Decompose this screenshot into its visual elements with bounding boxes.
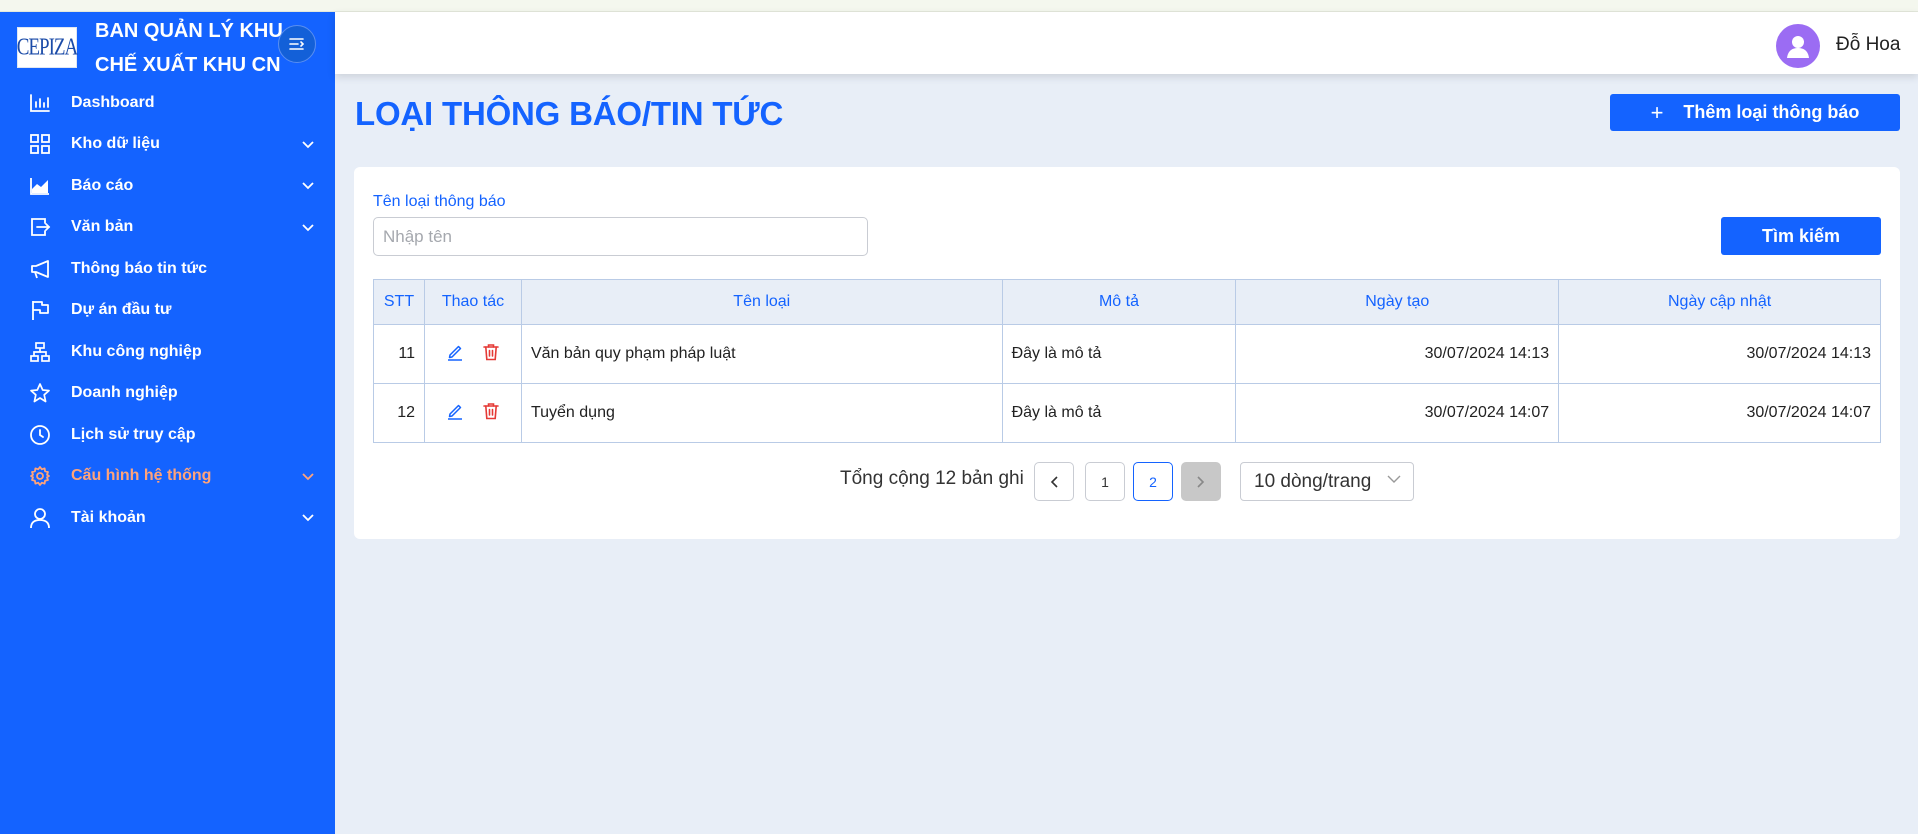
sidebar-item-label: Kho dữ liệu	[71, 135, 160, 153]
brand-title-line2: CHẾ XUẤT KHU CN	[95, 54, 281, 76]
sidebar-item-label: Doanh nghiệp	[71, 384, 178, 402]
browser-top-strip	[0, 0, 1918, 12]
chevron-down-icon	[300, 178, 316, 194]
table-row: 12 Tuyển dụng Đây là mô tả 30/07/2024 14…	[373, 383, 1881, 443]
name-filter-input[interactable]	[373, 217, 868, 256]
sidebar-item-label: Thông báo tin tức	[71, 259, 208, 277]
chevron-right-icon	[1197, 475, 1205, 488]
brand-title-line1: BAN QUẢN LÝ KHU	[95, 20, 283, 42]
column-header-name[interactable]: Tên loại	[520, 279, 1003, 325]
star-icon	[28, 381, 52, 405]
edit-icon[interactable]	[446, 402, 464, 425]
sidebar-item-label: Báo cáo	[71, 176, 134, 194]
menu-collapse-icon	[289, 38, 305, 50]
cell-name: Tuyển dụng	[520, 383, 1003, 443]
chevron-down-icon	[300, 136, 316, 152]
user-icon	[28, 506, 52, 530]
cell-created: 30/07/2024 14:13	[1235, 324, 1560, 384]
column-header-stt: STT	[373, 279, 425, 325]
area-chart-icon	[28, 174, 52, 198]
sidebar-item-tai-khoan[interactable]: Tài khoản	[0, 497, 335, 539]
sidebar-item-du-an-dau-tu[interactable]: Dự án đầu tư	[0, 290, 335, 332]
cell-stt: 12	[373, 383, 425, 443]
sidebar-toggle-button[interactable]	[278, 25, 316, 63]
plus-icon: +	[1650, 99, 1664, 125]
top-header: Đỗ Hoa	[335, 12, 1918, 74]
sidebar-item-kho-du-lieu[interactable]: Kho dữ liệu	[0, 124, 335, 166]
chevron-down-icon	[300, 510, 316, 526]
cell-description: Đây là mô tả	[1001, 383, 1237, 443]
column-header-actions: Thao tác	[423, 279, 522, 325]
column-header-created[interactable]: Ngày tạo	[1235, 279, 1560, 325]
edit-icon[interactable]	[446, 343, 464, 366]
search-button[interactable]: Tìm kiếm	[1721, 217, 1881, 255]
sidebar-item-label: Dự án đầu tư	[71, 301, 172, 319]
page-size-select[interactable]: 10 dòng/trang	[1240, 462, 1414, 501]
sidebar-item-label: Khu công nghiệp	[71, 342, 202, 360]
data-table: STT Thao tác Tên loại Mô tả Ngày tạo Ngà…	[373, 279, 1881, 443]
prev-page-button[interactable]	[1034, 462, 1074, 501]
sidebar-item-lich-su-truy-cap[interactable]: Lịch sử truy cập	[0, 414, 335, 456]
cell-updated: 30/07/2024 14:13	[1558, 324, 1881, 384]
username[interactable]: Đỗ Hoa	[1836, 34, 1900, 56]
sidebar-item-label: Văn bản	[71, 218, 134, 236]
column-header-description[interactable]: Mô tả	[1001, 279, 1237, 325]
sidebar: CEPIZA BAN QUẢN LÝ KHU CHẾ XUẤT KHU CN D…	[0, 12, 335, 834]
sidebar-item-label: Lịch sử truy cập	[71, 425, 196, 443]
megaphone-icon	[28, 257, 52, 281]
cell-actions	[423, 383, 522, 443]
content-card: Tên loại thông báo Tìm kiếm STT Thao tác…	[354, 167, 1900, 539]
brand: CEPIZA BAN QUẢN LÝ KHU CHẾ XUẤT KHU CN	[0, 12, 335, 78]
logo[interactable]: CEPIZA	[16, 27, 78, 68]
column-header-updated[interactable]: Ngày cập nhật	[1558, 279, 1881, 325]
avatar[interactable]	[1776, 24, 1820, 68]
trash-icon[interactable]	[482, 343, 500, 366]
chevron-down-icon	[1387, 475, 1401, 483]
cell-name: Văn bản quy phạm pháp luật	[520, 324, 1003, 384]
bar-chart-icon	[28, 91, 52, 115]
add-notification-type-button[interactable]: + Thêm loại thông báo	[1610, 94, 1900, 131]
cell-stt: 11	[373, 324, 425, 384]
gear-icon	[28, 464, 52, 488]
next-page-button[interactable]	[1181, 462, 1221, 501]
flag-icon	[28, 298, 52, 322]
cell-actions	[423, 324, 522, 384]
cell-updated: 30/07/2024 14:07	[1558, 383, 1881, 443]
trash-icon[interactable]	[482, 402, 500, 425]
cell-description: Đây là mô tả	[1001, 324, 1237, 384]
cell-created: 30/07/2024 14:07	[1235, 383, 1560, 443]
table-header-row: STT Thao tác Tên loại Mô tả Ngày tạo Ngà…	[373, 279, 1881, 325]
add-button-label: Thêm loại thông báo	[1683, 102, 1860, 122]
sidebar-item-cau-hinh-he-thong[interactable]: Cấu hình hệ thống	[0, 456, 335, 498]
page-size-value: 10 dòng/trang	[1254, 470, 1372, 492]
name-filter-label: Tên loại thông báo	[373, 193, 506, 210]
hierarchy-icon	[28, 340, 52, 364]
sidebar-item-van-ban[interactable]: Văn bản	[0, 207, 335, 249]
sidebar-menu: Dashboard Kho dữ liệu Báo cáo Văn bản Th…	[0, 82, 335, 539]
chevron-left-icon	[1050, 475, 1058, 488]
total-records: Tổng cộng 12 bản ghi	[840, 468, 1024, 489]
chevron-down-icon	[300, 219, 316, 235]
table-row: 11 Văn bản quy phạm pháp luật Đây là mô …	[373, 324, 1881, 384]
page-title: LOẠI THÔNG BÁO/TIN TỨC	[355, 95, 784, 132]
sidebar-item-dashboard[interactable]: Dashboard	[0, 82, 335, 124]
sidebar-item-khu-cong-nghiep[interactable]: Khu công nghiệp	[0, 331, 335, 373]
grid-icon	[28, 132, 52, 156]
page-button-1[interactable]: 1	[1085, 462, 1125, 501]
clock-icon	[28, 423, 52, 447]
user-avatar-icon	[1787, 36, 1809, 58]
sidebar-item-doanh-nghiep[interactable]: Doanh nghiệp	[0, 373, 335, 415]
chevron-down-icon	[300, 468, 316, 484]
document-export-icon	[28, 215, 52, 239]
sidebar-item-label: Dashboard	[71, 93, 155, 111]
sidebar-item-label: Cấu hình hệ thống	[71, 467, 212, 485]
sidebar-item-label: Tài khoản	[71, 508, 146, 526]
brand-title: BAN QUẢN LÝ KHU CHẾ XUẤT KHU CN	[95, 14, 283, 82]
page-button-2[interactable]: 2	[1133, 462, 1173, 501]
logo-text: CEPIZA	[16, 33, 78, 61]
sidebar-item-bao-cao[interactable]: Báo cáo	[0, 165, 335, 207]
sidebar-item-thong-bao-tin-tuc[interactable]: Thông báo tin tức	[0, 248, 335, 290]
